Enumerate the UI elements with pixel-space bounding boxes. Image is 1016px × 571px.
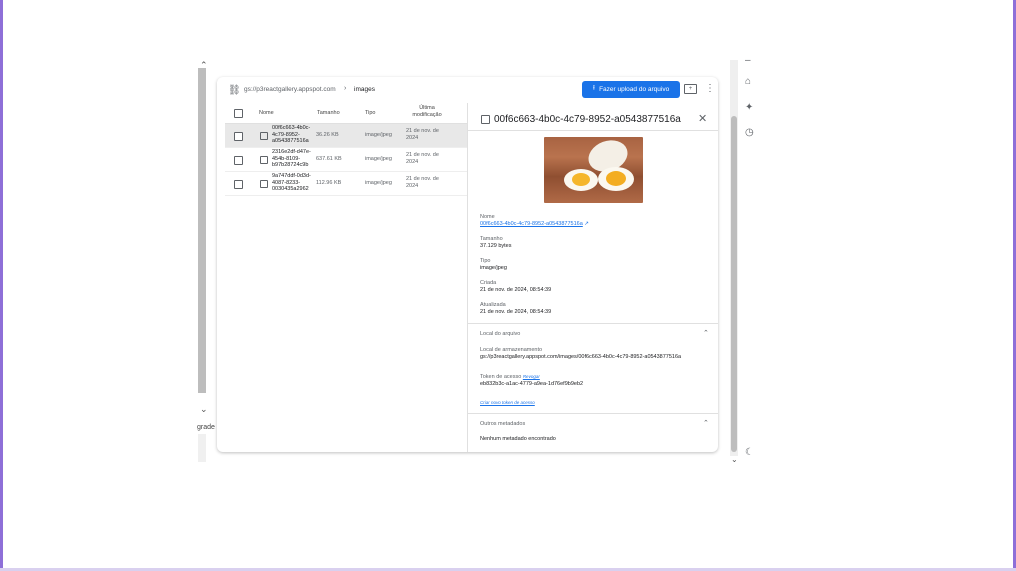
- type-field: Tipo image/jpeg: [480, 258, 507, 272]
- header-size[interactable]: Tamanho: [317, 110, 340, 116]
- storage-browser-card: ⛓ gs://p3reactgallery.appspot.com › imag…: [217, 77, 718, 452]
- updated-label: Atualizada: [480, 302, 506, 308]
- file-size: 637.61 KB: [316, 156, 342, 162]
- file-name[interactable]: 9a747ddf-0d3d-4087-8233-0030435a2962: [272, 173, 317, 193]
- file-modified: 21 de nov. de 2024: [406, 128, 439, 141]
- new-token-row: Criar novo token de acesso: [480, 399, 535, 407]
- storage-location-label: Local de armazenamento: [480, 347, 543, 353]
- storage-location-value: gs://p3reactgallery.appspot.com/images/0…: [480, 354, 682, 360]
- created-field: Criada 21 de nov. de 2024, 08:54:39: [480, 280, 551, 294]
- bell-icon[interactable]: ⌂: [745, 76, 751, 87]
- breadcrumb-folder[interactable]: images: [354, 86, 375, 93]
- image-file-icon: [260, 180, 268, 188]
- breadcrumb-separator: ›: [344, 85, 347, 92]
- updated-value: 21 de nov. de 2024, 08:54:39: [480, 309, 552, 315]
- size-field: Tamanho 37.129 bytes: [480, 236, 512, 250]
- window-frame-left: [0, 0, 3, 571]
- path-bar: ⛓ gs://p3reactgallery.appspot.com › imag…: [217, 77, 718, 103]
- header-modified[interactable]: Última modificação: [406, 105, 448, 118]
- file-modified: 21 de nov. de 2024: [406, 152, 439, 165]
- other-metadata-field: Nenhum metadado encontrado: [480, 436, 556, 443]
- updated-field: Atualizada 21 de nov. de 2024, 08:54:39: [480, 302, 551, 316]
- yolk-shape: [606, 171, 626, 186]
- select-all-checkbox[interactable]: [234, 109, 243, 118]
- name-label: Nome: [480, 214, 495, 220]
- minus-icon[interactable]: –: [745, 55, 751, 66]
- upload-button-label: Fazer upload do arquivo: [599, 86, 670, 93]
- file-size: 36.26 KB: [316, 132, 339, 138]
- divider: [468, 323, 718, 324]
- header-name[interactable]: Nome: [259, 110, 274, 116]
- table-header: Nome Tamanho Tipo Última modificação: [225, 105, 467, 124]
- file-details-panel: 00f6c663-4b0c-4c79-8952-a0543877516a ✕ N…: [467, 103, 718, 452]
- access-token-label: Token de acesso: [480, 374, 522, 380]
- created-label: Criada: [480, 280, 497, 286]
- file-table: Nome Tamanho Tipo Última modificação 00f…: [225, 105, 467, 196]
- image-preview: [544, 137, 643, 203]
- create-token-link[interactable]: Criar novo token de acesso: [480, 400, 535, 405]
- file-name-link[interactable]: 00f6c663-4b0c-4c79-8952-a0543877516a: [480, 221, 583, 227]
- image-file-icon: [260, 132, 268, 140]
- size-value: 37.129 bytes: [480, 243, 512, 249]
- upload-file-button[interactable]: ⭱ Fazer upload do arquivo: [582, 81, 680, 98]
- file-name[interactable]: 2316e2df-d47e-454b-8109-b97b28724c9b: [272, 149, 317, 169]
- file-size: 112.96 KB: [316, 180, 342, 186]
- sparkle-icon[interactable]: ✦: [745, 102, 753, 113]
- left-lower-track: [198, 434, 206, 462]
- chevron-down-icon[interactable]: ⌄: [731, 455, 738, 464]
- file-type: image/jpeg: [365, 132, 392, 138]
- yolk-shape: [572, 173, 590, 186]
- file-name[interactable]: 00f6c663-4b0c-4c79-8952-a0543877516a: [272, 125, 317, 145]
- type-value: image/jpeg: [480, 265, 507, 271]
- breadcrumb-bucket[interactable]: gs://p3reactgallery.appspot.com: [244, 86, 336, 93]
- details-title: 00f6c663-4b0c-4c79-8952-a0543877516a: [494, 114, 681, 125]
- divider: [468, 130, 718, 131]
- file-modified: 21 de nov. de 2024: [406, 176, 439, 189]
- row-checkbox[interactable]: [234, 132, 243, 141]
- header-type[interactable]: Tipo: [365, 110, 376, 116]
- created-value: 21 de nov. de 2024, 08:54:39: [480, 287, 552, 293]
- row-checkbox[interactable]: [234, 180, 243, 189]
- other-metadata-value: Nenhum metadado encontrado: [480, 436, 556, 442]
- chevron-up-icon[interactable]: ⌃: [703, 419, 709, 427]
- storage-location-field: Local de armazenamento gs://p3reactgalle…: [480, 347, 681, 361]
- left-scrollbar[interactable]: [198, 68, 206, 393]
- moon-icon[interactable]: ☾: [745, 447, 754, 458]
- close-icon[interactable]: ✕: [698, 112, 707, 125]
- chevron-up-icon[interactable]: ⌃: [703, 329, 709, 337]
- new-folder-icon[interactable]: +: [684, 84, 697, 94]
- left-bottom-label: grade: [197, 424, 215, 431]
- table-row[interactable]: 9a747ddf-0d3d-4087-8233-0030435a2962 112…: [225, 172, 467, 196]
- file-location-section[interactable]: Local do arquivo: [480, 331, 520, 337]
- image-file-icon: [260, 156, 268, 164]
- access-token-field: Token de acesso Revogar eb832b3c-a1ac-47…: [480, 373, 583, 388]
- access-token-label-row: Token de acesso Revogar: [480, 373, 583, 381]
- name-value-row: 00f6c663-4b0c-4c79-8952-a0543877516a ↗: [480, 221, 589, 228]
- file-type: image/jpeg: [365, 180, 392, 186]
- settings-icon[interactable]: ◷: [745, 127, 754, 138]
- right-scrollbar-thumb[interactable]: [731, 116, 737, 452]
- upload-icon: ⭱: [592, 85, 596, 92]
- size-label: Tamanho: [480, 236, 503, 242]
- access-token-value: eb832b3c-a1ac-4779-a9ea-1d76ef9b9eb2: [480, 381, 584, 387]
- image-file-icon: [481, 115, 490, 124]
- file-type: image/jpeg: [365, 156, 392, 162]
- open-in-new-icon[interactable]: ↗: [584, 221, 589, 227]
- table-row[interactable]: 2316e2df-d47e-454b-8109-b97b28724c9b 637…: [225, 148, 467, 172]
- more-options-icon[interactable]: ⋮: [705, 83, 715, 94]
- row-checkbox[interactable]: [234, 156, 243, 165]
- type-label: Tipo: [480, 258, 491, 264]
- divider: [468, 413, 718, 414]
- table-row[interactable]: 00f6c663-4b0c-4c79-8952-a0543877516a 36.…: [225, 124, 467, 148]
- chevron-down-icon[interactable]: ⌄: [200, 404, 208, 415]
- revoke-token-link[interactable]: Revogar: [523, 374, 540, 379]
- name-field: Nome 00f6c663-4b0c-4c79-8952-a0543877516…: [480, 214, 589, 228]
- link-icon[interactable]: ⛓: [228, 85, 241, 96]
- other-metadata-section[interactable]: Outros metadados: [480, 421, 525, 427]
